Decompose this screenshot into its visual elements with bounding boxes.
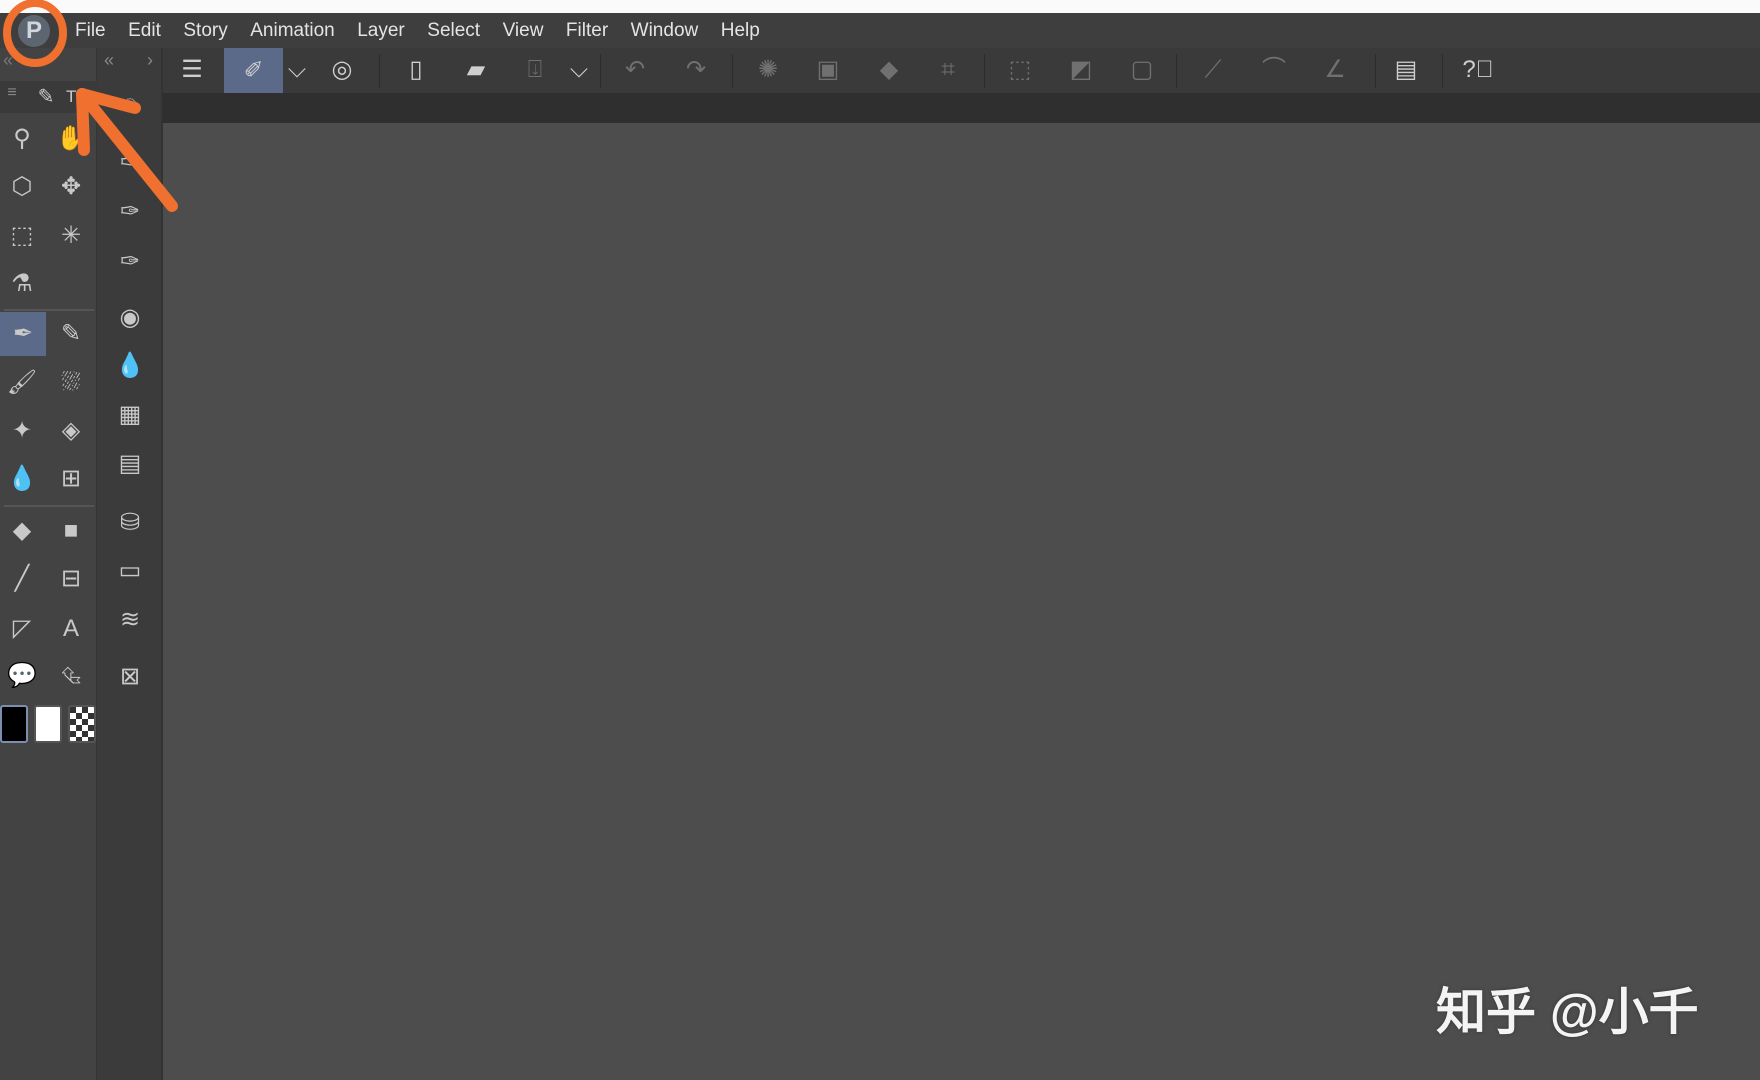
canvas-tab-bar [163, 93, 1760, 123]
layer-property-icon[interactable]: ⛁ [110, 503, 150, 543]
menu-file[interactable]: File [75, 20, 106, 42]
color-blend-icon[interactable]: 💧 [110, 346, 150, 386]
pencil-icon[interactable]: ✎ [26, 77, 66, 117]
edit-layer-icon[interactable]: ✐ [224, 48, 283, 93]
animation-timeline-icon[interactable]: ▤ [110, 444, 150, 484]
zoom-icon[interactable]: ⚲ [2, 119, 42, 159]
loading-icon[interactable]: ✺ [748, 50, 788, 90]
toolbar-separator [732, 54, 733, 88]
menu-edit[interactable]: Edit [128, 20, 161, 42]
airbrush-icon[interactable]: ⛆ [51, 363, 91, 403]
navigator-icon[interactable]: ▭ [110, 551, 150, 591]
open-folder-icon[interactable]: ▰ [456, 50, 496, 90]
save-icon[interactable]: ⍗ [515, 50, 555, 90]
toolbar-separator [984, 54, 985, 88]
spiral-record-icon[interactable]: ◎ [322, 50, 362, 90]
pencil-icon[interactable]: ✎ [51, 314, 91, 354]
tab-label[interactable]: T [66, 87, 76, 107]
text-icon[interactable]: A [51, 609, 91, 649]
blend-icon[interactable]: 💧 [2, 459, 42, 499]
3d-select-icon[interactable]: ⬡ [2, 167, 42, 207]
material-icon[interactable]: ⊠ [110, 657, 150, 697]
color-set-icon[interactable]: ▦ [110, 395, 150, 435]
rect-select-icon[interactable]: ⬚ [2, 216, 42, 256]
ruler-icon[interactable]: ◸ [2, 609, 42, 649]
sparkle-decoration-icon[interactable]: ✦ [2, 411, 42, 451]
eyedropper-icon[interactable]: ⚗ [2, 264, 42, 304]
help-icon[interactable]: ?⃝ [1458, 50, 1498, 90]
link-select-icon[interactable]: ⮴ [51, 656, 91, 696]
clear-icon[interactable]: ▣ [808, 50, 848, 90]
undo-icon[interactable]: ↶ [615, 50, 655, 90]
sub-tool-settings-icon[interactable]: ✑ [110, 192, 150, 232]
menu-bar: P File Edit Story Animation Layer Select View F… [0, 13, 1760, 48]
balloon-icon[interactable]: 💬 [2, 656, 42, 696]
menu-icon[interactable]: ☰ [172, 50, 212, 90]
chevron-down-icon[interactable]: ⌵ [559, 50, 599, 90]
toolbar-separator [1442, 54, 1443, 88]
top-strip [0, 0, 1760, 13]
ruler-snap-icon[interactable]: ⟋ [1193, 50, 1233, 90]
tool-group-separator [4, 309, 94, 311]
watermark: 知乎 @小千 [1436, 984, 1699, 1040]
curve-snap-icon[interactable]: ⌒ [1254, 50, 1294, 90]
magic-wand-icon[interactable]: ✳ [51, 216, 91, 256]
menu-list: File Edit Story Animation Layer Select View Fil… [75, 13, 782, 48]
toolbar-separator [1176, 54, 1177, 88]
device-icon[interactable]: ▤ [1386, 50, 1426, 90]
sub-color-swatch[interactable] [34, 705, 62, 743]
menu-layer[interactable]: Layer [357, 20, 405, 42]
transparent-color-swatch[interactable] [68, 705, 96, 743]
main-color-swatch[interactable] [0, 705, 28, 743]
angle-snap-icon[interactable]: ∠ [1315, 50, 1355, 90]
fill-icon[interactable]: ◆ [869, 50, 909, 90]
pen-icon[interactable]: ✒ [0, 312, 46, 356]
menu-select[interactable]: Select [427, 20, 480, 42]
gradient-icon[interactable]: ■ [51, 511, 91, 551]
move-icon[interactable]: ✥ [51, 167, 91, 207]
menu-view[interactable]: View [503, 20, 544, 42]
command-bar: ☰ ✐ ⌵ ◎ ▯ ▰ ⍗ ⌵ ↶ ↷ ✺ ▣ ◆ ⌗ ⬚ ◩ ▢ ⟋ ⌒ ∠ ▤ ?⃝ [0, 48, 1760, 93]
redo-icon[interactable]: ↷ [676, 50, 716, 90]
menu-help[interactable]: Help [721, 20, 760, 42]
hand-icon[interactable]: ✋ [51, 119, 91, 159]
toolbar-separator [1375, 54, 1376, 88]
menu-window[interactable]: Window [631, 20, 699, 42]
tool-group-separator [4, 505, 94, 507]
annotation-overlay [3, 0, 178, 212]
invert-selection-icon[interactable]: ◩ [1061, 50, 1101, 90]
line-icon[interactable]: ╱ [2, 559, 42, 599]
frame-border-icon[interactable]: ⊟ [51, 559, 91, 599]
deselect-icon[interactable]: ⬚ [1000, 50, 1040, 90]
chevron-down-icon[interactable]: ⌵ [277, 50, 317, 90]
tool-panel-header: ≡ ✎ T [0, 81, 97, 113]
toolbar-separator [600, 54, 601, 88]
sub-tool-detail-icon[interactable]: ✑ [110, 242, 150, 282]
toolbar-separator [379, 54, 380, 88]
menu-animation[interactable]: Animation [250, 20, 335, 42]
tool-property-icon[interactable]: ◌ [110, 84, 150, 124]
expand-icon[interactable]: › [130, 40, 170, 80]
collapse-palette-icon[interactable]: « [89, 40, 129, 80]
eraser-icon[interactable]: ◈ [51, 411, 91, 451]
color-circle-icon[interactable]: ◉ [110, 298, 150, 338]
new-file-icon[interactable]: ▯ [396, 50, 436, 90]
mesh-transform-icon[interactable]: ⊞ [51, 459, 91, 499]
crop-icon[interactable]: ⌗ [928, 50, 968, 90]
selection-frame-icon[interactable]: ▢ [1122, 50, 1162, 90]
layers-icon[interactable]: ≋ [110, 600, 150, 640]
sub-tool-icon[interactable]: ✑ [110, 143, 150, 183]
collapse-left-icon[interactable]: « [0, 40, 28, 80]
menu-story[interactable]: Story [183, 20, 227, 42]
menu-filter[interactable]: Filter [566, 20, 608, 42]
fill-bucket-icon[interactable]: ◆ [2, 511, 42, 551]
brush-icon[interactable]: 🖌 [2, 363, 42, 403]
